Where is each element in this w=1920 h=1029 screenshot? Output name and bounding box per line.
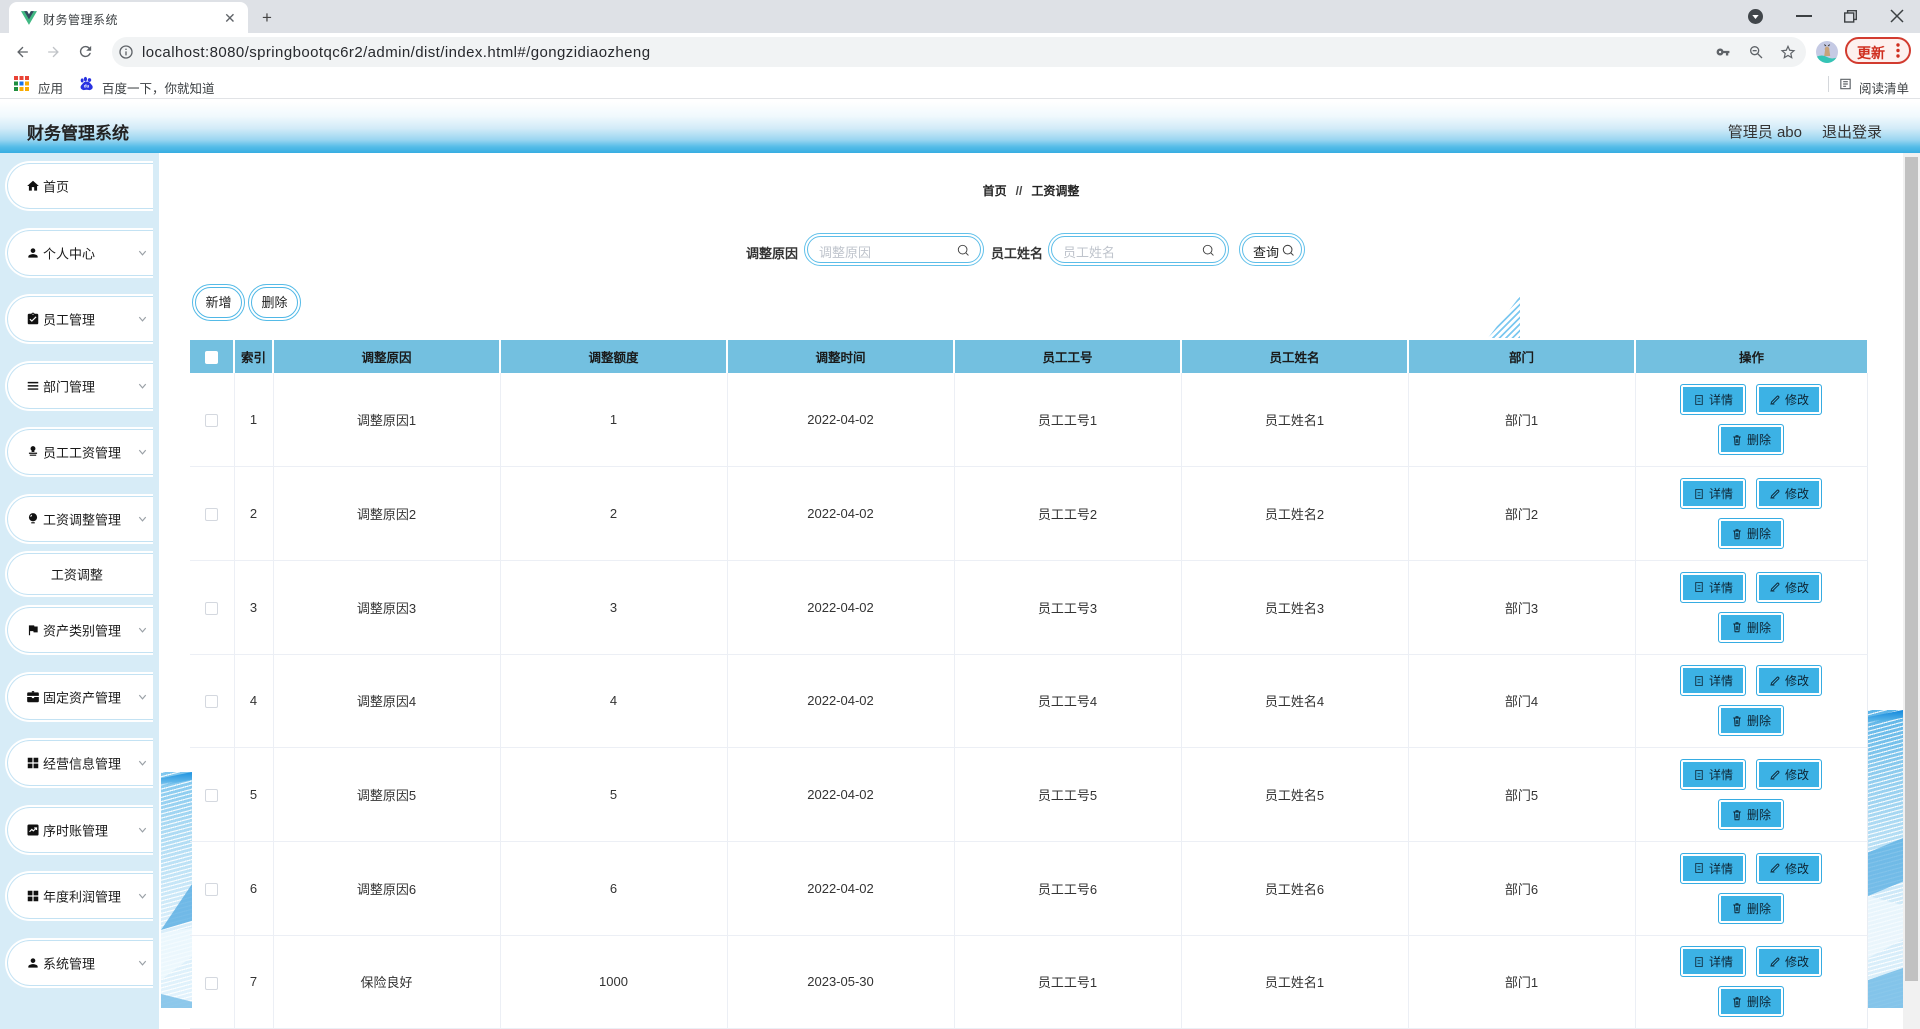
svg-text:du: du: [84, 83, 90, 88]
